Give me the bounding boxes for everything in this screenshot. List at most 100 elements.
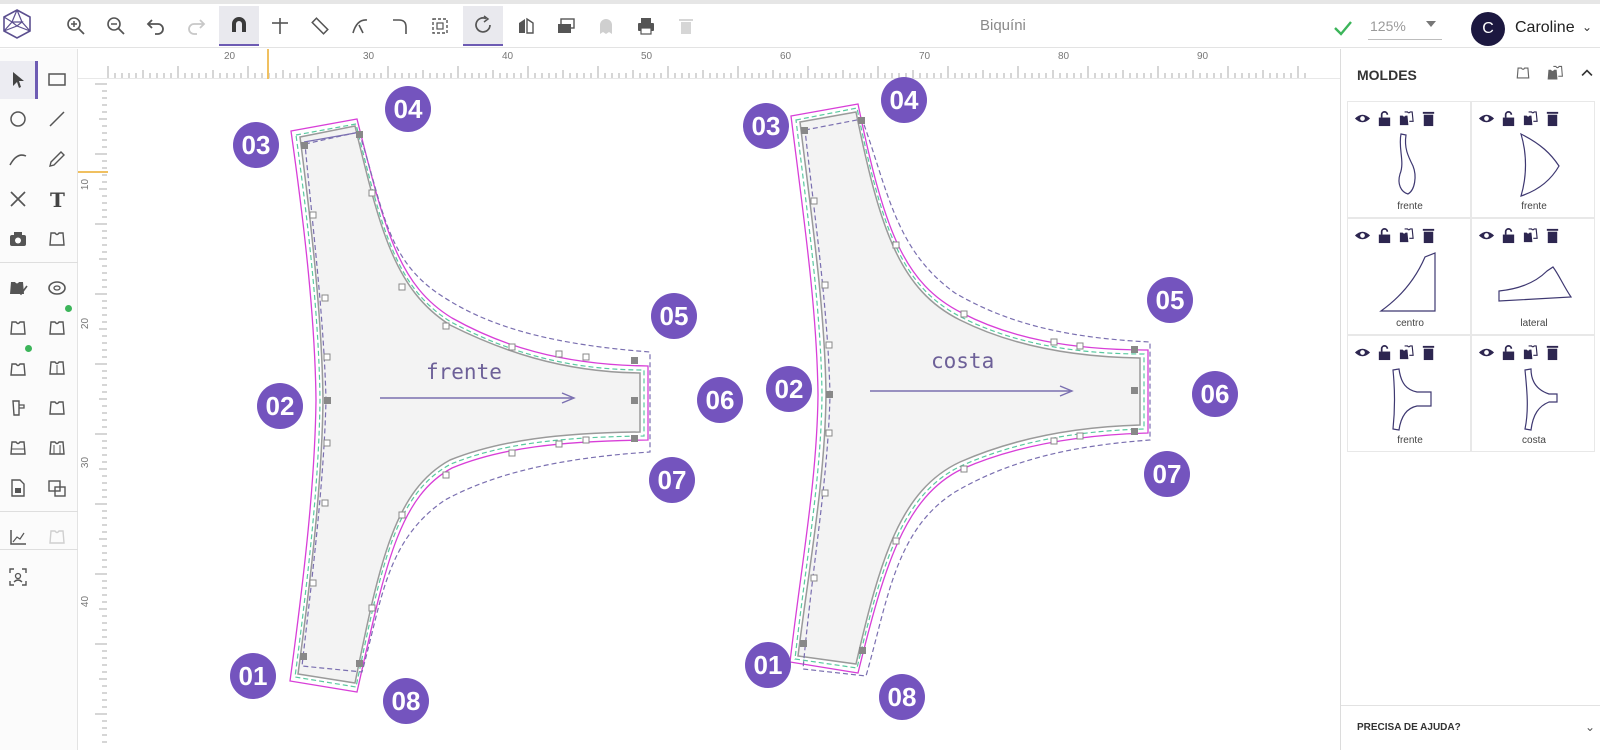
delete-icon[interactable] (1544, 227, 1561, 244)
point-marker[interactable]: 05 (1147, 277, 1193, 323)
delete-icon[interactable] (1420, 227, 1437, 244)
point-marker[interactable]: 04 (881, 77, 927, 123)
pattern-canvas[interactable]: frente costa 03 04 05 06 07 02 01 08 03 … (108, 77, 1340, 750)
check-piece-icon[interactable] (0, 270, 36, 306)
shirt-3-icon[interactable] (39, 390, 75, 426)
app-logo-icon[interactable] (2, 8, 32, 40)
shirt-badge-icon[interactable] (39, 310, 75, 346)
duplicate-icon[interactable] (1522, 227, 1539, 244)
doc-icon[interactable] (0, 470, 36, 506)
point-marker[interactable]: 07 (1144, 451, 1190, 497)
piece-icon[interactable] (39, 221, 75, 257)
unlock-icon[interactable] (1500, 227, 1517, 244)
piece-card[interactable]: centro (1347, 218, 1471, 335)
eye-icon[interactable] (1354, 110, 1371, 127)
unlock-icon[interactable] (1376, 344, 1393, 361)
redo-icon[interactable] (178, 8, 214, 44)
point-marker[interactable]: 06 (1192, 371, 1238, 417)
piece-card[interactable]: costa (1471, 335, 1595, 452)
cross-icon[interactable] (0, 181, 36, 217)
copy-piece-icon[interactable] (39, 470, 75, 506)
focus-icon[interactable] (0, 559, 36, 595)
eye-icon[interactable] (1478, 227, 1495, 244)
piece-frente[interactable] (289, 118, 651, 693)
point-marker[interactable]: 08 (383, 678, 429, 724)
piece-costa[interactable] (789, 103, 1151, 677)
point-marker[interactable]: 02 (766, 366, 812, 412)
add-piece-icon[interactable] (1511, 61, 1535, 85)
duplicate-icon[interactable] (1522, 344, 1539, 361)
delete-icon[interactable] (1420, 344, 1437, 361)
shirt-icon[interactable] (0, 310, 36, 346)
piece-card[interactable]: frente (1347, 101, 1471, 218)
avatar[interactable]: C (1471, 12, 1505, 46)
zoom-select[interactable]: 125% (1368, 14, 1442, 40)
document-title[interactable]: Biquíni (980, 17, 1026, 34)
sleeve-icon[interactable] (0, 390, 36, 426)
duplicate-icon[interactable] (1398, 110, 1415, 127)
text-icon[interactable]: T (39, 181, 75, 217)
help-section[interactable]: PRECISA DE AJUDA? ⌄ (1341, 705, 1600, 750)
stack-icon[interactable] (548, 8, 584, 44)
magnet-icon[interactable] (219, 6, 259, 46)
eye-icon[interactable] (1354, 344, 1371, 361)
rectangle-icon[interactable] (39, 61, 75, 97)
duplicate-icon[interactable] (1398, 344, 1415, 361)
piece-card[interactable]: lateral (1471, 218, 1595, 335)
pencil-icon[interactable] (39, 141, 75, 177)
copy-pieces-icon[interactable] (1543, 61, 1567, 85)
point-marker[interactable]: 05 (651, 293, 697, 339)
unlock-icon[interactable] (1376, 110, 1393, 127)
shirt-5-icon[interactable] (39, 430, 75, 466)
undo-icon[interactable] (138, 8, 174, 44)
chevron-down-icon[interactable] (1426, 21, 1436, 27)
shirt-2-icon[interactable] (39, 350, 75, 386)
point-marker[interactable]: 03 (743, 103, 789, 149)
delete-icon[interactable] (1420, 110, 1437, 127)
line-icon[interactable] (39, 101, 75, 137)
piece-card[interactable]: frente (1347, 335, 1471, 452)
unlock-icon[interactable] (1376, 227, 1393, 244)
ghost-icon[interactable] (588, 8, 624, 44)
shirt-badge2-icon[interactable] (0, 350, 36, 386)
help-label[interactable]: PRECISA DE AJUDA? (1357, 722, 1461, 733)
point-marker[interactable]: 08 (879, 674, 925, 720)
user-name[interactable]: Caroline (1515, 19, 1575, 37)
print-icon[interactable] (628, 8, 664, 44)
ruler-icon[interactable] (302, 8, 338, 44)
point-marker[interactable]: 02 (257, 383, 303, 429)
mirror-icon[interactable] (508, 8, 544, 44)
shirt-4-icon[interactable] (0, 430, 36, 466)
select-icon[interactable] (0, 61, 38, 99)
delete-icon[interactable] (1544, 344, 1561, 361)
point-marker[interactable]: 07 (649, 457, 695, 503)
chevron-down-icon[interactable]: ⌄ (1585, 720, 1595, 734)
select-frame-icon[interactable] (422, 8, 458, 44)
point-marker[interactable]: 03 (233, 122, 279, 168)
duplicate-icon[interactable] (1398, 227, 1415, 244)
zoom-in-icon[interactable] (58, 8, 94, 44)
circle-icon[interactable] (0, 101, 36, 137)
collapse-chevron-icon[interactable] (1575, 61, 1599, 85)
user-menu-chevron-icon[interactable]: ⌄ (1582, 20, 1592, 34)
crosshair-icon[interactable] (262, 8, 298, 44)
trash-icon[interactable] (668, 8, 704, 44)
piece-card[interactable]: frente (1471, 101, 1595, 218)
eye-icon[interactable] (1354, 227, 1371, 244)
unlock-icon[interactable] (1500, 344, 1517, 361)
eye-icon[interactable] (1478, 344, 1495, 361)
duplicate-icon[interactable] (1522, 110, 1539, 127)
camera-icon[interactable] (0, 221, 36, 257)
eye-icon[interactable] (1478, 110, 1495, 127)
rotate-icon[interactable] (463, 6, 503, 46)
delete-icon[interactable] (1544, 110, 1561, 127)
point-marker[interactable]: 04 (385, 86, 431, 132)
curve-icon[interactable] (342, 8, 378, 44)
point-marker[interactable]: 01 (745, 642, 791, 688)
zoom-out-icon[interactable] (98, 8, 134, 44)
unlock-icon[interactable] (1500, 110, 1517, 127)
curve-tool-icon[interactable] (0, 141, 36, 177)
tape-icon[interactable] (39, 270, 75, 306)
corner-icon[interactable] (382, 8, 418, 44)
point-marker[interactable]: 01 (230, 653, 276, 699)
